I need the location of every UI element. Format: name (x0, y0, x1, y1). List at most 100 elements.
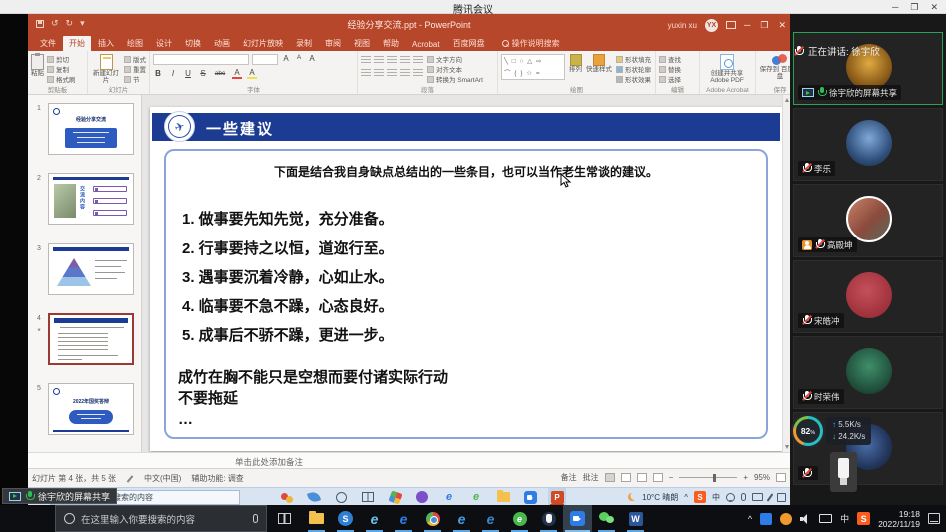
tab-draw[interactable]: 绘图 (121, 36, 149, 51)
remote-cortana-icon[interactable] (332, 488, 350, 506)
zoom-slider-thumb[interactable] (713, 474, 716, 482)
performance-gauge[interactable]: 82% (793, 416, 823, 446)
close-icon[interactable]: ✕ (930, 2, 938, 13)
ppt-minimize-icon[interactable]: ─ (744, 20, 750, 30)
slide-thumb-3[interactable] (48, 243, 134, 295)
remote-powerpoint-icon-active[interactable]: P (548, 488, 566, 506)
tab-home[interactable]: 开始 (63, 36, 91, 51)
tab-design[interactable]: 设计 (150, 36, 178, 51)
weather-text[interactable]: 10°C 晴朗 (642, 492, 678, 503)
tab-acrobat[interactable]: Acrobat (406, 38, 446, 51)
ie-window-icon[interactable]: e (447, 505, 476, 532)
tab-transitions[interactable]: 切换 (179, 36, 207, 51)
participant-tile[interactable]: 时荣伟 (793, 336, 943, 409)
tray-blue-app-icon[interactable] (760, 513, 772, 525)
sogou-ime-icon[interactable]: S (694, 491, 706, 503)
text-direction-button[interactable]: 文字方向 (427, 54, 483, 64)
section-button[interactable]: 节 (124, 74, 146, 84)
slide-canvas[interactable]: ✈ 一些建议 下面是结合我自身缺点总结出的一些条目，也可以当作老生常谈的建议。 … (150, 107, 782, 451)
ppt-close-icon[interactable]: ✕ (778, 20, 786, 31)
slide-thumb-4-selected[interactable] (48, 313, 134, 365)
quick-styles-button[interactable]: 快速样式 (586, 54, 612, 73)
action-center-icon[interactable] (928, 513, 940, 524)
ribbon-display-options-icon[interactable] (726, 21, 736, 29)
fit-to-window-icon[interactable] (776, 473, 786, 482)
emoji-panel-icon[interactable] (726, 493, 735, 502)
shape-fill-button[interactable]: 形状填充 (616, 54, 651, 64)
format-painter-button[interactable]: 格式刷 (47, 74, 76, 84)
smartart-button[interactable]: 转换为 SmartArt (427, 74, 483, 84)
align-text-button[interactable]: 对齐文本 (427, 64, 483, 74)
strikethrough-button[interactable]: S (198, 69, 208, 78)
language-status[interactable]: 中文(中国) (144, 473, 181, 484)
file-explorer-icon[interactable] (302, 505, 331, 532)
tab-animations[interactable]: 动画 (208, 36, 236, 51)
slide-sorter-view-icon[interactable] (621, 473, 631, 482)
create-pdf-button[interactable]: 创建并共享 Adobe PDF (703, 54, 751, 84)
tab-baidupan[interactable]: 百度网盘 (447, 36, 491, 51)
tab-view[interactable]: 视图 (348, 36, 376, 51)
remote-pinwheel-app-icon[interactable] (386, 488, 404, 506)
remote-360-browser-icon[interactable]: e (467, 488, 485, 506)
shape-outline-button[interactable]: 形状轮廓 (616, 64, 651, 74)
participant-tile[interactable]: 李乐 (793, 108, 943, 181)
highlight-button[interactable]: A (247, 68, 257, 79)
sogou-tray-icon[interactable]: S (857, 512, 870, 525)
tab-record[interactable]: 录制 (290, 36, 318, 51)
maximize-icon[interactable]: ❐ (910, 2, 918, 13)
remote-ime-mode[interactable]: 中 (712, 492, 720, 503)
reading-view-icon[interactable] (637, 473, 647, 482)
indent-decrease-icon[interactable] (387, 56, 397, 64)
remote-edge-icon[interactable]: e (440, 488, 458, 506)
normal-view-icon[interactable] (605, 473, 615, 482)
tab-review[interactable]: 审阅 (319, 36, 347, 51)
chrome-icon[interactable] (418, 505, 447, 532)
spell-check-icon[interactable] (126, 475, 134, 483)
shape-effects-button[interactable]: 形状效果 (616, 74, 651, 84)
accessibility-status[interactable]: 辅助功能: 调查 (191, 473, 243, 484)
columns-icon[interactable] (413, 69, 423, 77)
sogou-browser-icon[interactable]: S (331, 505, 360, 532)
ppt-restore-icon[interactable]: ❐ (760, 20, 768, 31)
notes-toggle[interactable]: 备注 (561, 472, 577, 483)
find-button[interactable]: 查找 (659, 54, 696, 64)
arrange-button[interactable]: 排列 (569, 54, 582, 73)
remote-tray-chevron-icon[interactable]: ^ (684, 493, 688, 502)
remote-task-view-icon[interactable] (359, 488, 377, 506)
slideshow-view-icon[interactable] (653, 473, 663, 482)
reset-button[interactable]: 重置 (124, 64, 146, 74)
underline-button[interactable]: U (183, 69, 193, 78)
zoom-out-icon[interactable]: − (669, 473, 674, 482)
tray-chevron-icon[interactable]: ^ (748, 514, 752, 524)
participant-tile-share[interactable]: 徐宇欣的屏幕共享 (793, 32, 943, 105)
account-name[interactable]: yuxin xu (668, 21, 697, 30)
font-size-box[interactable] (252, 54, 278, 65)
qq-icon[interactable] (534, 505, 563, 532)
tab-insert[interactable]: 插入 (92, 36, 120, 51)
minimize-icon[interactable]: ─ (892, 2, 898, 12)
360-browser-icon[interactable]: e (505, 505, 534, 532)
indent-increase-icon[interactable] (400, 56, 410, 64)
ime-settings-icon[interactable] (767, 493, 774, 502)
voice-input-icon[interactable] (741, 493, 746, 501)
copy-button[interactable]: 复制 (47, 64, 76, 74)
account-avatar[interactable]: YX (705, 19, 718, 32)
numbering-icon[interactable] (374, 56, 384, 64)
cut-button[interactable]: 剪切 (47, 54, 76, 64)
task-view-button[interactable] (278, 513, 291, 524)
grow-font-icon[interactable]: A (281, 54, 291, 65)
word-icon[interactable]: W (621, 505, 650, 532)
zoom-in-icon[interactable]: + (743, 473, 748, 482)
volume-icon[interactable] (800, 514, 811, 524)
remote-app-colored-icon[interactable] (278, 488, 296, 506)
zoom-level[interactable]: 95% (754, 473, 770, 482)
zoom-slider[interactable] (679, 477, 737, 478)
remote-file-explorer-icon[interactable] (494, 488, 512, 506)
select-button[interactable]: 选择 (659, 74, 696, 84)
notes-pane[interactable]: 单击此处添加备注 (28, 452, 790, 468)
wechat-icon[interactable] (592, 505, 621, 532)
bullets-icon[interactable] (361, 56, 371, 64)
italic-button[interactable]: I (168, 69, 178, 78)
tab-help[interactable]: 帮助 (377, 36, 405, 51)
replace-button[interactable]: 替换 (659, 64, 696, 74)
